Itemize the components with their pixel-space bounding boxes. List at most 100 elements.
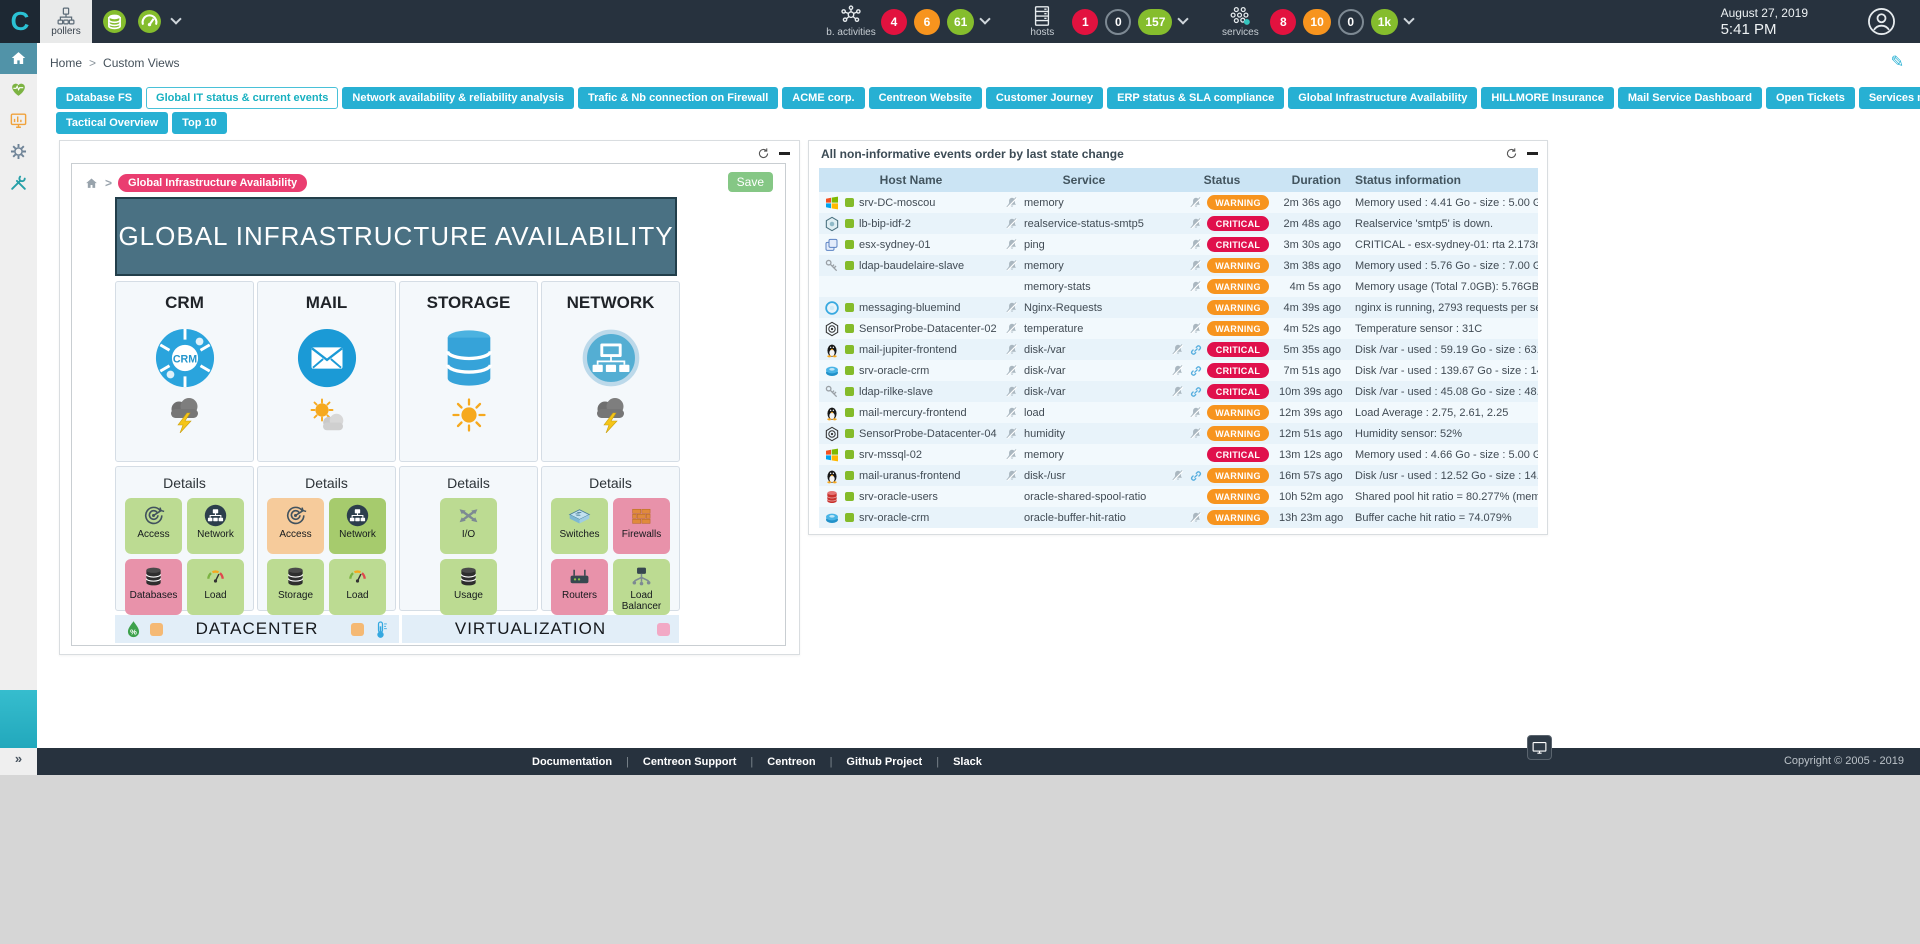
chevron-down-icon[interactable] bbox=[980, 13, 991, 24]
detail-tile-firewalls[interactable]: Firewalls bbox=[613, 498, 670, 554]
host-name[interactable]: ldap-rilke-slave bbox=[859, 386, 933, 398]
service-name[interactable]: disk-/usr bbox=[1024, 470, 1066, 482]
detail-tile-load-balancer[interactable]: Load Balancer bbox=[613, 559, 670, 615]
b-activities-badge-green[interactable]: 61 bbox=[947, 9, 974, 35]
event-row[interactable]: SensorProbe-Datacenter-04humidityWARNING… bbox=[819, 423, 1538, 444]
pollers-menu[interactable]: pollers bbox=[40, 0, 92, 43]
event-row[interactable]: messaging-bluemindNginx-RequestsWARNING4… bbox=[819, 297, 1538, 318]
footer-link-documentation[interactable]: Documentation bbox=[518, 756, 626, 768]
poller-database-icon[interactable] bbox=[102, 9, 127, 34]
services-badge-red[interactable]: 8 bbox=[1270, 9, 1296, 35]
detail-tile-network[interactable]: Network bbox=[187, 498, 244, 554]
tab-top-10[interactable]: Top 10 bbox=[172, 112, 227, 134]
save-button[interactable]: Save bbox=[728, 172, 773, 192]
chevron-down-icon[interactable] bbox=[170, 13, 181, 24]
service-name[interactable]: Nginx-Requests bbox=[1024, 302, 1102, 314]
service-name[interactable]: memory bbox=[1024, 260, 1064, 272]
hosts-menu[interactable]: hosts bbox=[1019, 5, 1065, 38]
link-icon[interactable] bbox=[1189, 385, 1203, 399]
sidebar-item-configuration[interactable] bbox=[0, 136, 37, 167]
services-badge-outline[interactable]: 0 bbox=[1338, 9, 1364, 35]
tab-trafic-nb-connection-on-firewall[interactable]: Trafic & Nb connection on Firewall bbox=[578, 87, 778, 109]
centreon-logo[interactable]: C bbox=[0, 0, 40, 43]
breadcrumb-current[interactable]: Custom Views bbox=[103, 56, 179, 70]
tab-global-it-status-current-events[interactable]: Global IT status & current events bbox=[146, 87, 338, 109]
event-row[interactable]: esx-sydney-01pingCRITICAL3m 30s agoCRITI… bbox=[819, 234, 1538, 255]
tab-hillmore-insurance[interactable]: HILLMORE Insurance bbox=[1481, 87, 1613, 109]
tab-services-map[interactable]: Services map bbox=[1859, 87, 1920, 109]
footer-link-centreon-support[interactable]: Centreon Support bbox=[629, 756, 751, 768]
sidebar-collapse-button[interactable]: » bbox=[0, 751, 37, 766]
service-name[interactable]: temperature bbox=[1024, 323, 1083, 335]
event-row[interactable]: srv-DC-moscoumemoryWARNING2m 36s agoMemo… bbox=[819, 192, 1538, 213]
tab-mail-service-dashboard[interactable]: Mail Service Dashboard bbox=[1618, 87, 1762, 109]
tab-tactical-overview[interactable]: Tactical Overview bbox=[56, 112, 168, 134]
host-name[interactable]: mail-uranus-frontend bbox=[859, 470, 961, 482]
tab-customer-journey[interactable]: Customer Journey bbox=[986, 87, 1103, 109]
link-icon[interactable] bbox=[1189, 364, 1203, 378]
collapse-widget-icon[interactable] bbox=[779, 152, 790, 155]
sidebar-item-monitoring[interactable] bbox=[0, 74, 37, 105]
service-name[interactable]: memory bbox=[1024, 449, 1064, 461]
tab-open-tickets[interactable]: Open Tickets bbox=[1766, 87, 1855, 109]
event-row[interactable]: lb-bip-idf-2realservice-status-smtp5CRIT… bbox=[819, 213, 1538, 234]
event-row[interactable]: ldap-rilke-slavedisk-/varCRITICAL10m 39s… bbox=[819, 381, 1538, 402]
detail-tile-databases[interactable]: Databases bbox=[125, 559, 182, 615]
footer-link-github-project[interactable]: Github Project bbox=[832, 756, 936, 768]
service-name[interactable]: memory-stats bbox=[1024, 281, 1091, 293]
chevron-down-icon[interactable] bbox=[1178, 13, 1189, 24]
host-name[interactable]: lb-bip-idf-2 bbox=[859, 218, 911, 230]
detail-tile-access[interactable]: Access bbox=[125, 498, 182, 554]
service-name[interactable]: oracle-shared-spool-ratio bbox=[1024, 491, 1146, 503]
service-name[interactable]: memory bbox=[1024, 197, 1064, 209]
host-name[interactable]: SensorProbe-Datacenter-02 bbox=[859, 323, 997, 335]
services-menu[interactable]: services bbox=[1217, 5, 1263, 38]
service-name[interactable]: disk-/var bbox=[1024, 365, 1066, 377]
poller-latency-icon[interactable] bbox=[137, 9, 162, 34]
host-name[interactable]: srv-mssql-02 bbox=[859, 449, 922, 461]
b-activities-badge-orange[interactable]: 6 bbox=[914, 9, 940, 35]
tab-centreon-website[interactable]: Centreon Website bbox=[869, 87, 982, 109]
services-badge-orange[interactable]: 10 bbox=[1303, 9, 1330, 35]
host-name[interactable]: srv-oracle-crm bbox=[859, 512, 929, 524]
host-name[interactable]: SensorProbe-Datacenter-04 bbox=[859, 428, 997, 440]
detail-tile-load[interactable]: Load bbox=[329, 559, 386, 615]
event-row[interactable]: srv-oracle-crmdisk-/varCRITICAL7m 51s ag… bbox=[819, 360, 1538, 381]
tab-database-fs[interactable]: Database FS bbox=[56, 87, 142, 109]
service-name[interactable]: load bbox=[1024, 407, 1045, 419]
chevron-down-icon[interactable] bbox=[1403, 13, 1414, 24]
host-name[interactable]: mail-mercury-frontend bbox=[859, 407, 967, 419]
detail-tile-access[interactable]: Access bbox=[267, 498, 324, 554]
host-name[interactable]: srv-DC-moscou bbox=[859, 197, 935, 209]
footer-link-centreon[interactable]: Centreon bbox=[753, 756, 829, 768]
service-name[interactable]: realservice-status-smtp5 bbox=[1024, 218, 1144, 230]
tab-acme-corp-[interactable]: ACME corp. bbox=[782, 87, 864, 109]
user-profile-icon[interactable] bbox=[1867, 7, 1896, 36]
edit-pencil-icon[interactable]: ✎ bbox=[1891, 52, 1904, 72]
event-row[interactable]: srv-oracle-users oracle-shared-spool-rati… bbox=[819, 486, 1538, 507]
sidebar-item-administration[interactable] bbox=[0, 167, 37, 198]
service-name[interactable]: humidity bbox=[1024, 428, 1065, 440]
host-name[interactable]: messaging-bluemind bbox=[859, 302, 961, 314]
footer-link-slack[interactable]: Slack bbox=[939, 756, 996, 768]
b-activities-badge-red[interactable]: 4 bbox=[881, 9, 907, 35]
event-row[interactable]: memory-statsWARNING4m 5s agoMemory usage… bbox=[819, 276, 1538, 297]
detail-tile-routers[interactable]: Routers bbox=[551, 559, 608, 615]
detail-tile-network[interactable]: Network bbox=[329, 498, 386, 554]
refresh-icon[interactable] bbox=[1505, 147, 1518, 160]
services-badge-green[interactable]: 1k bbox=[1371, 9, 1398, 35]
host-name[interactable]: srv-oracle-users bbox=[859, 491, 938, 503]
event-row[interactable]: srv-oracle-crmoracle-buffer-hit-ratioWAR… bbox=[819, 507, 1538, 528]
service-name[interactable]: oracle-buffer-hit-ratio bbox=[1024, 512, 1126, 524]
service-name[interactable]: ping bbox=[1024, 239, 1045, 251]
tab-global-infrastructure-availability[interactable]: Global Infrastructure Availability bbox=[1288, 87, 1477, 109]
host-name[interactable]: srv-oracle-crm bbox=[859, 365, 929, 377]
event-row[interactable]: mail-jupiter-frontenddisk-/varCRITICAL5m… bbox=[819, 339, 1538, 360]
sidebar-item-reporting[interactable] bbox=[0, 105, 37, 136]
refresh-icon[interactable] bbox=[757, 147, 770, 160]
detail-tile-switches[interactable]: Switches bbox=[551, 498, 608, 554]
tab-erp-status-sla-compliance[interactable]: ERP status & SLA compliance bbox=[1107, 87, 1284, 109]
home-icon[interactable] bbox=[84, 176, 99, 191]
detail-tile-usage[interactable]: Usage bbox=[440, 559, 497, 615]
host-name[interactable]: ldap-baudelaire-slave bbox=[859, 260, 964, 272]
